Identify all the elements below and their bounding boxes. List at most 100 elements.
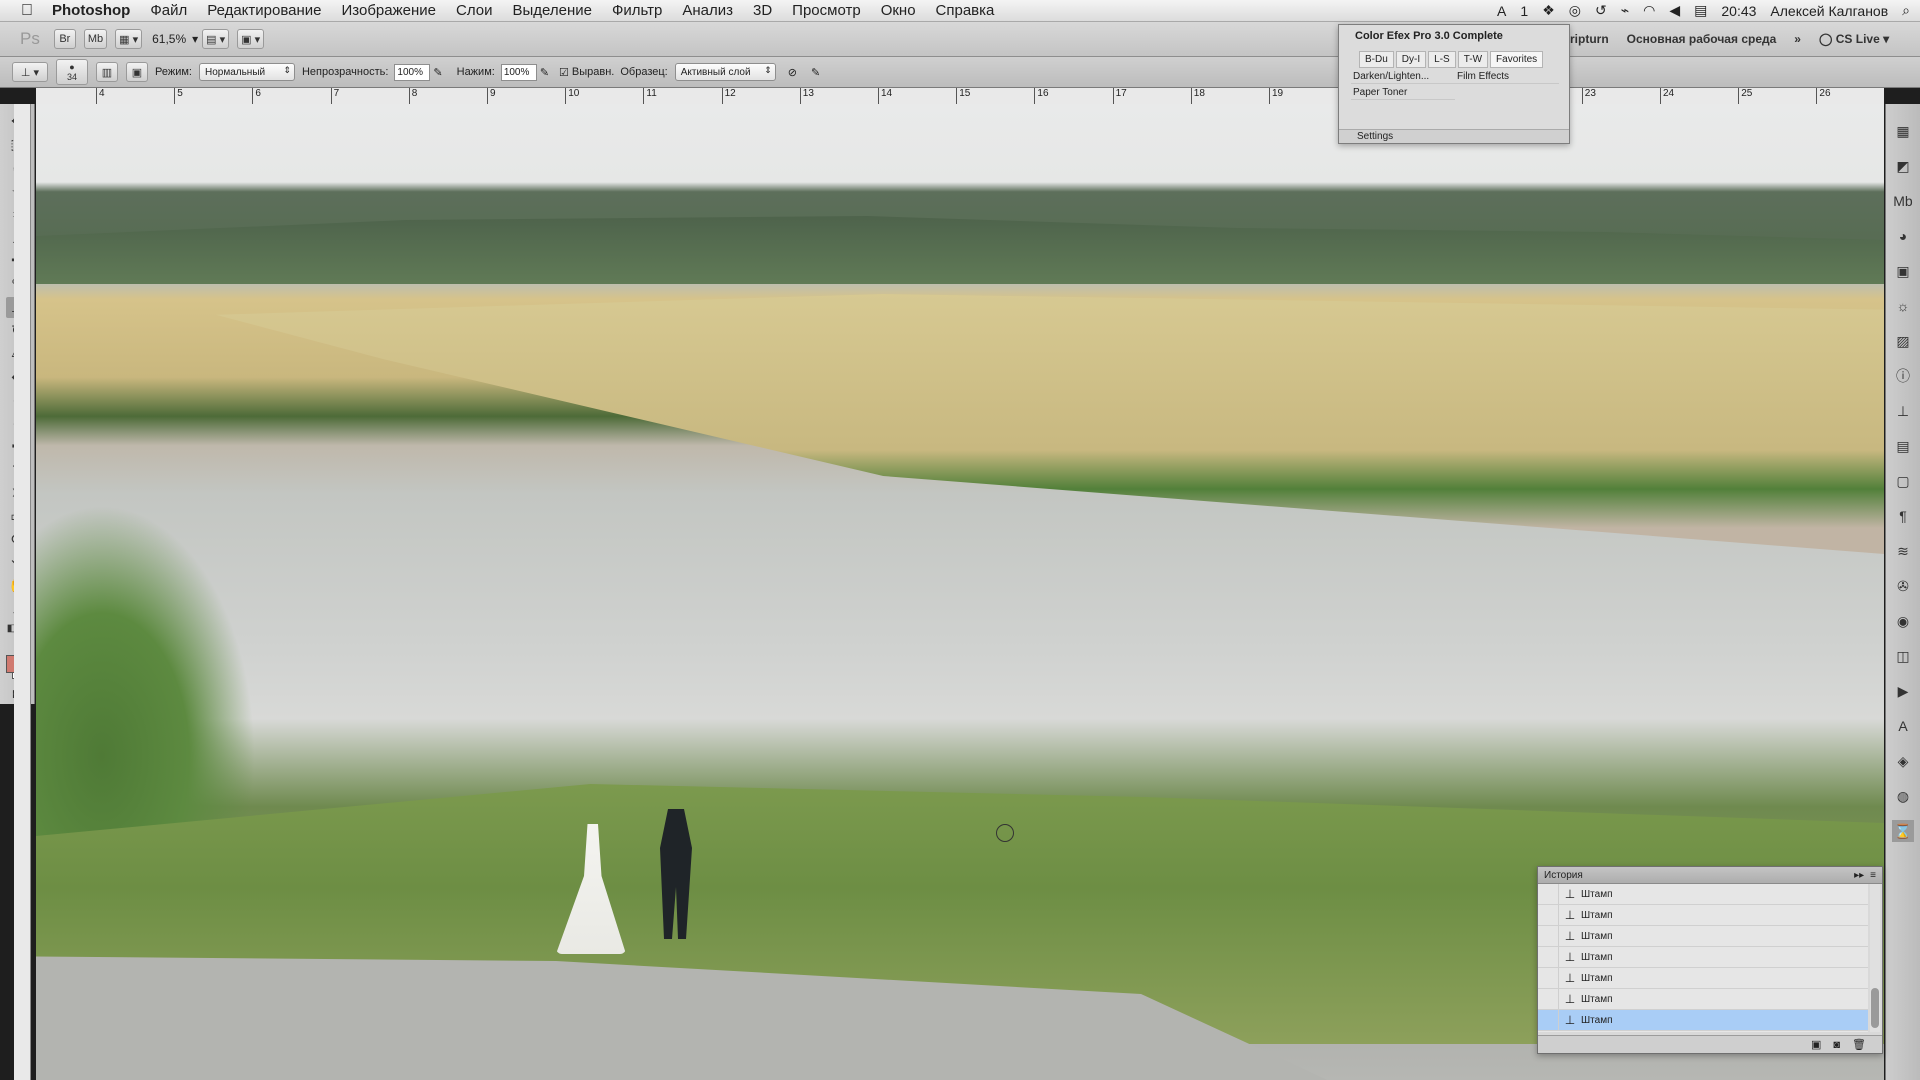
- mini-bridge-panel-icon[interactable]: Mb: [1892, 190, 1914, 212]
- menu-help[interactable]: Справка: [926, 2, 1005, 19]
- clone-source-toggle[interactable]: ▣: [126, 62, 148, 82]
- opacity-pressure-icon[interactable]: ✎: [433, 66, 442, 79]
- tool-preset-picker[interactable]: ⊥ ▾: [12, 62, 48, 82]
- history-source-checkbox[interactable]: [1538, 989, 1559, 1009]
- sample-select[interactable]: Активный слой: [674, 63, 776, 81]
- layers-panel-icon[interactable]: ▦: [1892, 120, 1914, 142]
- menu-view[interactable]: Просмотр: [782, 2, 871, 19]
- notes-panel-icon[interactable]: ▢: [1892, 470, 1914, 492]
- channels-panel-icon[interactable]: ▤: [1892, 435, 1914, 457]
- history-source-checkbox[interactable]: [1538, 926, 1559, 946]
- color-panel-icon[interactable]: ◕: [1892, 225, 1914, 247]
- efex-tab-t-w[interactable]: T-W: [1457, 51, 1489, 68]
- menu-analysis[interactable]: Анализ: [672, 2, 743, 19]
- workspace-name[interactable]: Основная рабочая среда: [1627, 32, 1777, 46]
- history-scrollbar[interactable]: [1870, 884, 1880, 1032]
- list-item-selected[interactable]: ⊥ Штамп: [1538, 1010, 1868, 1031]
- apple-icon[interactable]: : [12, 2, 42, 20]
- menu-app-name[interactable]: Photoshop: [42, 2, 140, 19]
- aligned-checkbox[interactable]: ☑: [559, 66, 569, 79]
- cs-live-button[interactable]: ◯ CS Live ▾: [1819, 32, 1889, 46]
- zoom-dropdown-icon[interactable]: ▾: [192, 32, 198, 46]
- history-source-checkbox[interactable]: [1538, 905, 1559, 925]
- efex-item-darken-lighten[interactable]: Darken/Lighten...: [1351, 70, 1455, 84]
- zoom-level[interactable]: 61,5%: [152, 32, 186, 46]
- character-panel-icon[interactable]: A: [1892, 715, 1914, 737]
- spotlight-icon[interactable]: ⌕: [1902, 2, 1910, 19]
- more-workspaces-icon[interactable]: »: [1794, 32, 1801, 46]
- efex-item-film-effects[interactable]: Film Effects: [1455, 70, 1559, 84]
- panel-menu-icon[interactable]: ≡: [1870, 870, 1876, 881]
- animation-panel-icon[interactable]: ▶: [1892, 680, 1914, 702]
- screen-mode-button[interactable]: ▣ ▾: [237, 29, 265, 49]
- new-document-from-state-icon[interactable]: ▣: [1811, 1038, 1821, 1051]
- menu-edit[interactable]: Редактирование: [197, 2, 331, 19]
- efex-item-paper-toner[interactable]: Paper Toner: [1351, 86, 1455, 100]
- actions-panel-icon[interactable]: ✇: [1892, 575, 1914, 597]
- styles-panel-icon[interactable]: ▨: [1892, 330, 1914, 352]
- history-source-checkbox[interactable]: [1538, 884, 1559, 904]
- menu-filter[interactable]: Фильтр: [602, 2, 672, 19]
- brush-panel-toggle[interactable]: ▥: [96, 62, 118, 82]
- list-item[interactable]: ⊥ Штамп: [1538, 884, 1868, 905]
- efex-tab-dy-i[interactable]: Dy-I: [1395, 51, 1427, 68]
- mode-select[interactable]: Нормальный: [198, 63, 295, 81]
- arrange-documents-button[interactable]: ▤ ▾: [202, 29, 230, 49]
- clock[interactable]: 20:43: [1721, 3, 1756, 19]
- workspace-partial[interactable]: ripturn: [1570, 32, 1609, 46]
- ignore-adjustment-icon[interactable]: ⊘: [788, 66, 797, 79]
- efex-title[interactable]: Color Efex Pro 3.0 Complete: [1339, 25, 1569, 47]
- mini-bridge-button[interactable]: Mb: [83, 29, 108, 49]
- list-item[interactable]: ⊥ Штамп: [1538, 926, 1868, 947]
- history-source-checkbox[interactable]: [1538, 1010, 1559, 1030]
- history-panel-title[interactable]: История: [1544, 870, 1583, 881]
- adjustments-panel-icon[interactable]: ☼: [1892, 295, 1914, 317]
- view-extras-button[interactable]: ▦ ▾: [115, 29, 143, 49]
- flag-icon[interactable]: ▤: [1694, 2, 1707, 19]
- history-panel-icon[interactable]: ⌛: [1892, 820, 1914, 842]
- adobe-icon[interactable]: A: [1497, 3, 1506, 19]
- efex-tab-l-s[interactable]: L-S: [1428, 51, 1456, 68]
- tablet-pressure-icon[interactable]: ✎: [811, 66, 820, 79]
- paths-panel-icon[interactable]: ◈: [1892, 750, 1914, 772]
- clone-source-panel-icon[interactable]: ⊥: [1892, 400, 1914, 422]
- list-item[interactable]: ⊥ Штамп: [1538, 989, 1868, 1010]
- history-source-checkbox[interactable]: [1538, 947, 1559, 967]
- time-machine-icon[interactable]: ↺: [1595, 2, 1607, 19]
- menu-layers[interactable]: Слои: [446, 2, 502, 19]
- history-source-checkbox[interactable]: [1538, 968, 1559, 988]
- horizontal-ruler[interactable]: 4567891011121314151617181920212223242526…: [36, 88, 1884, 105]
- airbrush-icon[interactable]: ✎: [540, 66, 549, 79]
- wifi-icon[interactable]: ◠: [1643, 2, 1655, 19]
- opacity-field[interactable]: 100%: [394, 63, 431, 81]
- new-snapshot-icon[interactable]: ◙: [1833, 1039, 1840, 1051]
- masks-panel-icon[interactable]: ◍: [1892, 785, 1914, 807]
- menu-image[interactable]: Изображение: [331, 2, 446, 19]
- 3d-panel-icon[interactable]: ◉: [1892, 610, 1914, 632]
- bridge-button[interactable]: Br: [53, 29, 76, 49]
- user-name[interactable]: Алексей Калганов: [1770, 3, 1888, 19]
- efex-settings[interactable]: Settings: [1339, 129, 1569, 143]
- brush-presets-panel-icon[interactable]: ≋: [1892, 540, 1914, 562]
- transform-panel-icon[interactable]: ◫: [1892, 645, 1914, 667]
- menu-3d[interactable]: 3D: [743, 2, 782, 19]
- history-scroll-thumb[interactable]: [1871, 988, 1879, 1028]
- list-item[interactable]: ⊥ Штамп: [1538, 905, 1868, 926]
- dropbox-icon[interactable]: ❖: [1542, 2, 1555, 19]
- list-item[interactable]: ⊥ Штамп: [1538, 968, 1868, 989]
- brush-size-picker[interactable]: ● 34: [56, 59, 88, 85]
- bluetooth-icon[interactable]: ⌁: [1621, 2, 1629, 19]
- menu-select[interactable]: Выделение: [502, 2, 601, 19]
- panel-collapse-icon[interactable]: ▸▸: [1854, 870, 1864, 881]
- menu-file[interactable]: Файл: [140, 2, 197, 19]
- efex-tab-favorites[interactable]: Favorites: [1490, 51, 1544, 68]
- navigator-panel-icon[interactable]: ◩: [1892, 155, 1914, 177]
- paragraph-panel-icon[interactable]: ¶: [1892, 505, 1914, 527]
- info-panel-icon[interactable]: ⓘ: [1892, 365, 1914, 387]
- list-item[interactable]: ⊥ Штамп: [1538, 947, 1868, 968]
- sync-icon[interactable]: ◎: [1569, 2, 1581, 19]
- swatches-panel-icon[interactable]: ▣: [1892, 260, 1914, 282]
- efex-tab-b-du[interactable]: B-Du: [1359, 51, 1394, 68]
- pressure-field[interactable]: 100%: [500, 63, 537, 81]
- history-panel-header[interactable]: История ▸▸ ≡: [1538, 867, 1882, 884]
